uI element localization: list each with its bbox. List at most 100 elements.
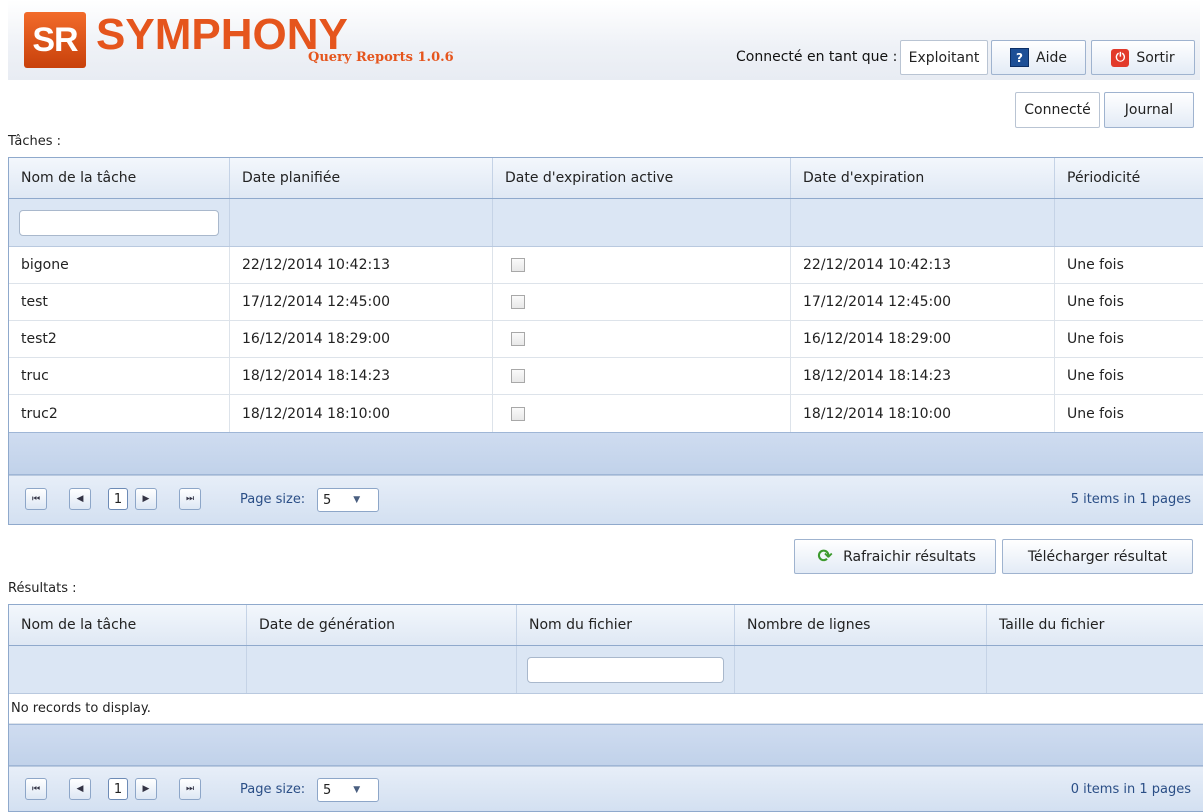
last-page-icon[interactable]: ⏭ [179,488,201,510]
tasks-grid-header: Nom de la tâche Date planifiée Date d'ex… [9,158,1203,199]
journal-label: Journal [1124,102,1174,118]
power-icon: ⏻ [1111,48,1130,67]
filter-cell [1055,199,1203,246]
table-row[interactable]: test 17/12/2014 12:45:00 17/12/2014 12:4… [9,284,1203,321]
help-icon: ? [1010,48,1030,67]
app-subtitle: Query Reports 1.0.6 [308,50,454,65]
filter-cell [791,199,1055,246]
planned-date-cell: 17/12/2014 12:45:00 [230,284,493,320]
periodicity-cell: Une fois [1067,257,1124,273]
current-page-button[interactable]: 1 [108,488,128,510]
table-row[interactable]: test2 16/12/2014 18:29:00 16/12/2014 18:… [9,321,1203,358]
expiration-date-cell: 18/12/2014 18:10:00 [791,395,1055,432]
help-button[interactable]: ? Aide [991,40,1086,75]
current-page-button[interactable]: 1 [108,778,128,800]
help-label: Aide [1036,49,1067,66]
task-name-cell: test [9,284,230,320]
column-header[interactable]: Nom de la tâche [9,605,247,645]
column-header[interactable]: Périodicité [1055,158,1203,198]
page-size-label: Page size: [240,782,306,797]
column-header[interactable]: Nom de la tâche [9,158,230,198]
results-pager: ⏮ ◀ 1 ▶ ⏭ Page size: 5 ▼ 0 items in 1 pa… [9,766,1203,811]
column-header[interactable]: Nombre de lignes [735,605,987,645]
next-page-icon[interactable]: ▶ [135,488,157,510]
page-size-select[interactable]: 5 ▼ [317,488,379,512]
table-row[interactable]: bigone 22/12/2014 10:42:13 22/12/2014 10… [9,247,1203,284]
chevron-down-icon: ▼ [353,785,361,795]
expiration-date-cell: 22/12/2014 10:42:13 [791,247,1055,283]
pager-info: 0 items in 1 pages [1070,782,1191,797]
prev-page-icon[interactable]: ◀ [69,488,91,510]
download-result-button[interactable]: Télécharger résultat [1002,539,1193,574]
last-page-icon[interactable]: ⏭ [179,778,201,800]
first-page-icon[interactable]: ⏮ [25,778,47,800]
chevron-down-icon: ▼ [353,495,361,505]
journal-button[interactable]: Journal [1104,92,1194,128]
connected-button[interactable]: Connecté [1015,92,1100,128]
expiration-active-checkbox[interactable] [511,406,525,421]
expiration-active-cell [493,358,791,394]
logout-button[interactable]: ⏻ Sortir [1091,40,1195,75]
table-row[interactable]: truc 18/12/2014 18:14:23 18/12/2014 18:1… [9,358,1203,395]
task-name-filter-input[interactable] [19,209,219,236]
periodicity-cell: Une fois [1067,368,1124,384]
filter-cell [9,646,247,693]
page-size-value: 5 [323,782,332,798]
download-label: Télécharger résultat [1027,548,1168,565]
expiration-active-cell [493,321,791,357]
task-name-cell: truc2 [9,395,230,432]
planned-date-cell: 18/12/2014 18:10:00 [230,395,493,432]
tasks-pager: ⏮ ◀ 1 ▶ ⏭ Page size: 5 ▼ 5 items in 1 pa… [9,475,1203,524]
prev-page-icon[interactable]: ◀ [69,778,91,800]
planned-date-cell: 16/12/2014 18:29:00 [230,321,493,357]
expiration-active-checkbox[interactable] [511,332,525,346]
expiration-active-checkbox[interactable] [511,369,525,383]
column-header[interactable]: Taille du fichier [987,605,1203,645]
next-page-icon[interactable]: ▶ [135,778,157,800]
pager-info: 5 items in 1 pages [1070,492,1191,507]
first-page-icon[interactable]: ⏮ [25,488,47,510]
refresh-label: Rafraichir résultats [843,548,976,565]
results-grid-header: Nom de la tâche Date de génération Nom d… [9,605,1203,646]
refresh-results-button[interactable]: ⟳ Rafraichir résultats [794,539,996,574]
refresh-icon: ⟳ [817,546,833,567]
results-section-label: Résultats : [8,581,77,596]
column-header[interactable]: Date planifiée [230,158,493,198]
file-name-filter-input[interactable] [527,656,724,683]
planned-date-cell: 18/12/2014 18:14:23 [230,358,493,394]
empty-message: No records to display. [9,694,1203,724]
periodicity-cell: Une fois [1067,294,1124,310]
page-size-label: Page size: [240,492,306,507]
logout-label: Sortir [1136,49,1175,66]
grid-footer-band [9,724,1203,766]
tasks-grid: Nom de la tâche Date planifiée Date d'ex… [8,157,1203,525]
column-header[interactable]: Date d'expiration active [493,158,791,198]
expiration-date-cell: 17/12/2014 12:45:00 [791,284,1055,320]
expiration-active-checkbox[interactable] [511,258,525,272]
filter-cell [9,199,230,246]
results-grid: Nom de la tâche Date de génération Nom d… [8,604,1203,812]
logo-mark: SR [24,12,86,68]
periodicity-cell: Une fois [1067,405,1124,422]
expiration-active-checkbox[interactable] [511,295,525,309]
expiration-date-cell: 18/12/2014 18:14:23 [791,358,1055,394]
expiration-date-cell: 16/12/2014 18:29:00 [791,321,1055,357]
column-header[interactable]: Date de génération [247,605,517,645]
filter-cell [987,646,1203,693]
table-row[interactable]: truc2 18/12/2014 18:10:00 18/12/2014 18:… [9,395,1203,432]
connected-as-label: Connecté en tant que : [736,49,898,65]
column-header[interactable]: Date d'expiration [791,158,1055,198]
column-header[interactable]: Nom du fichier [517,605,735,645]
planned-date-cell: 22/12/2014 10:42:13 [230,247,493,283]
grid-footer-band [9,432,1203,475]
filter-cell [247,646,517,693]
user-name-button[interactable]: Exploitant [900,40,988,75]
page-size-select[interactable]: 5 ▼ [317,778,379,802]
results-filter-row [9,646,1203,694]
expiration-active-cell [493,247,791,283]
task-name-cell: bigone [9,247,230,283]
connected-label: Connecté [1024,102,1091,118]
expiration-active-cell [493,284,791,320]
page-size-value: 5 [323,492,332,508]
periodicity-cell: Une fois [1067,331,1124,347]
